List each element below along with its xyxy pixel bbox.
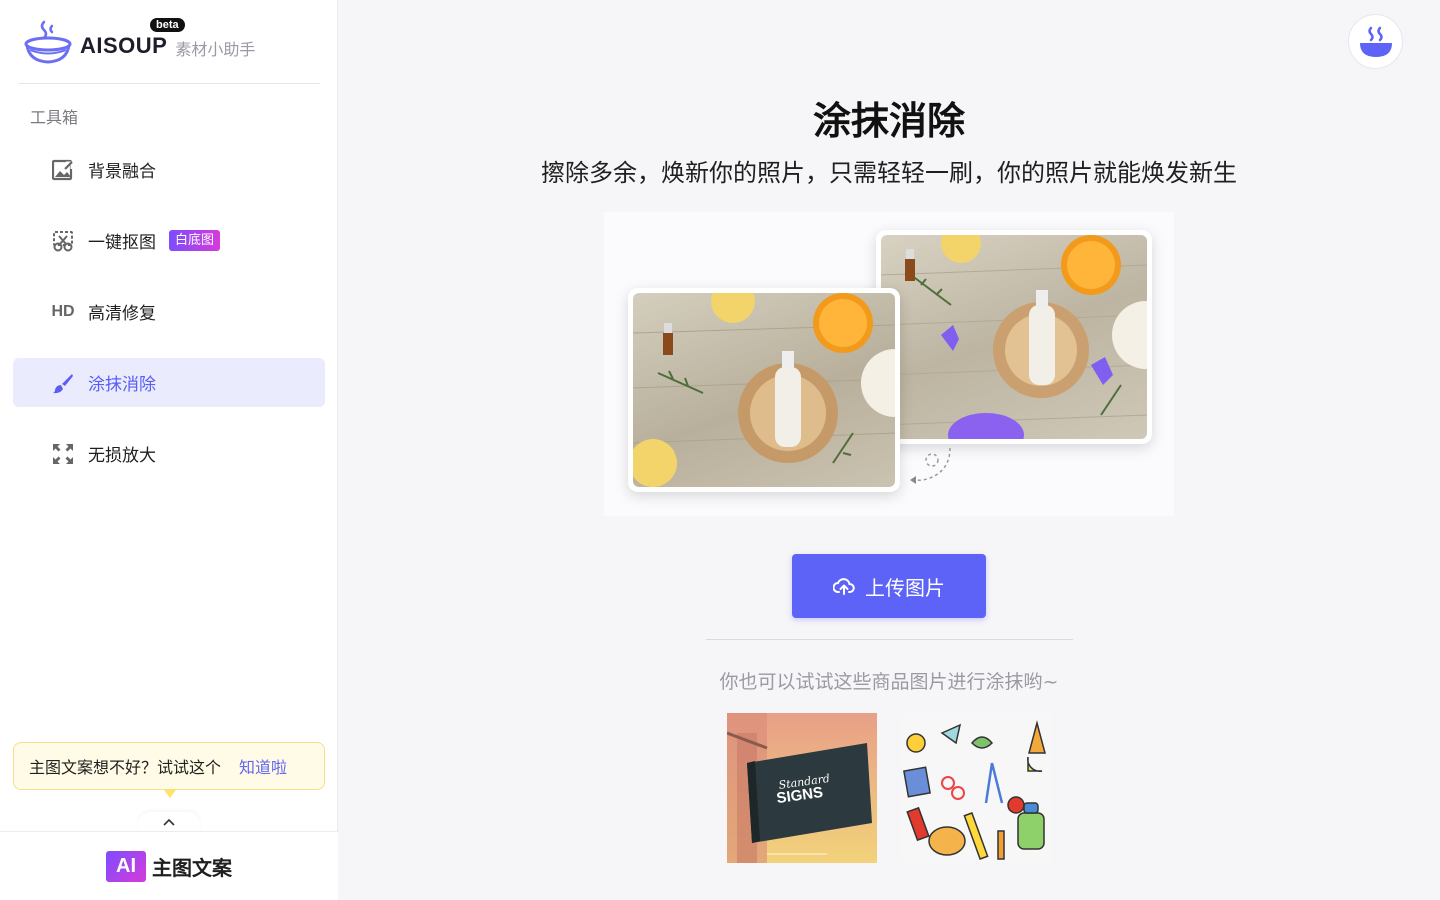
ai-badge: AI (106, 850, 146, 882)
hd-icon: HD (51, 302, 75, 320)
main-copy-label: 主图文案 (152, 855, 232, 880)
beta-badge: beta (150, 18, 185, 32)
sidebar-item-label: 高清修复 (88, 304, 156, 324)
cutout-icon (51, 229, 75, 253)
brush-icon (51, 371, 75, 395)
before-photo (876, 230, 1152, 444)
sidebar-item-label: 无损放大 (88, 446, 156, 466)
divider (706, 639, 1073, 640)
tip-popover: 主图文案想不好？试试这个 知道啦 (13, 742, 325, 798)
soup-pot-logo-icon (24, 18, 74, 66)
sample-image-stationery[interactable] (902, 713, 1052, 863)
sidebar-item-cutout[interactable]: 一键抠图 白底图 (13, 216, 325, 265)
sidebar-item-label: 涂抹消除 (88, 375, 156, 395)
tool-nav: 背景融合 一键抠图 白底图 HD 高清修复 涂抹消除 无损放大 (13, 145, 325, 500)
logo-subtitle: 素材小助手 (175, 40, 256, 59)
section-title: 工具箱 (30, 108, 79, 127)
sidebar-item-smear-erase[interactable]: 涂抹消除 (13, 358, 325, 407)
image-edit-icon (51, 158, 75, 182)
sidebar-item-hd-repair[interactable]: HD 高清修复 (13, 287, 325, 336)
upload-image-button[interactable]: 上传图片 (792, 554, 986, 618)
logo[interactable]: AISOUP beta 素材小助手 (24, 18, 255, 66)
page-title: 涂抹消除 (812, 99, 965, 143)
chevron-up-icon (163, 818, 175, 826)
expand-icon (51, 442, 75, 466)
collapse-toggle[interactable] (138, 812, 200, 832)
after-photo (628, 288, 900, 492)
sidebar-item-background-blend[interactable]: 背景融合 (13, 145, 325, 194)
tip-arrow (164, 790, 176, 798)
white-bg-badge: 白底图 (169, 230, 221, 251)
curved-arrow-icon (910, 447, 951, 484)
sidebar-item-label: 背景融合 (88, 162, 156, 182)
user-avatar[interactable] (1348, 14, 1403, 69)
cloud-upload-icon (833, 578, 855, 595)
tip-text: 主图文案想不好？试试这个 (29, 758, 222, 777)
before-after-illustration (604, 212, 1174, 516)
soup-bowl-avatar-icon (1359, 26, 1392, 57)
tip-dismiss-link[interactable]: 知道啦 (239, 754, 287, 778)
main-copy-entry[interactable]: AI 主图文案 (0, 831, 338, 900)
sidebar-item-lossless-upscale[interactable]: 无损放大 (13, 429, 325, 478)
try-samples-text: 你也可以试试这些商品图片进行涂抹哟~ (719, 671, 1059, 693)
upload-label: 上传图片 (865, 575, 945, 600)
sidebar-item-label: 一键抠图 (88, 233, 156, 253)
page-subtitle: 擦除多余，焕新你的照片，只需轻轻一刷，你的照片就能焕发新生 (541, 159, 1237, 187)
sample-image-sign[interactable]: Standard SIGNS (727, 713, 877, 863)
sidebar-divider (18, 83, 320, 84)
logo-text: AISOUP (80, 33, 168, 58)
sidebar: AISOUP beta 素材小助手 工具箱 背景融合 一键抠图 白底图 HD 高… (0, 0, 338, 900)
